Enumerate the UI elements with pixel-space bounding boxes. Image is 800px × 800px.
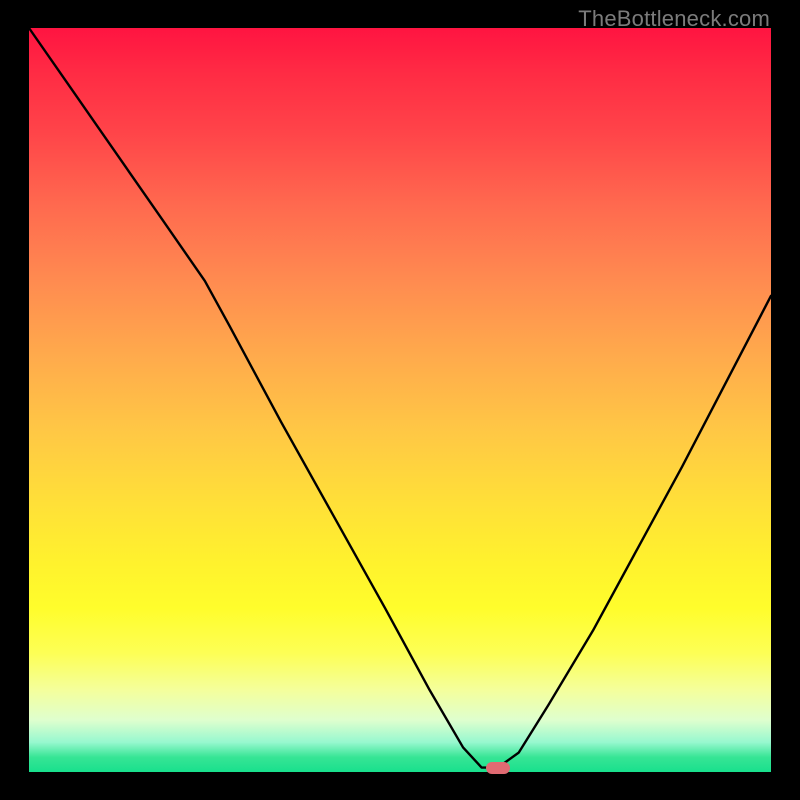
chart-frame: TheBottleneck.com — [0, 0, 800, 800]
optimum-marker — [486, 762, 510, 774]
bottleneck-curve — [29, 28, 771, 772]
watermark-text: TheBottleneck.com — [578, 6, 770, 32]
